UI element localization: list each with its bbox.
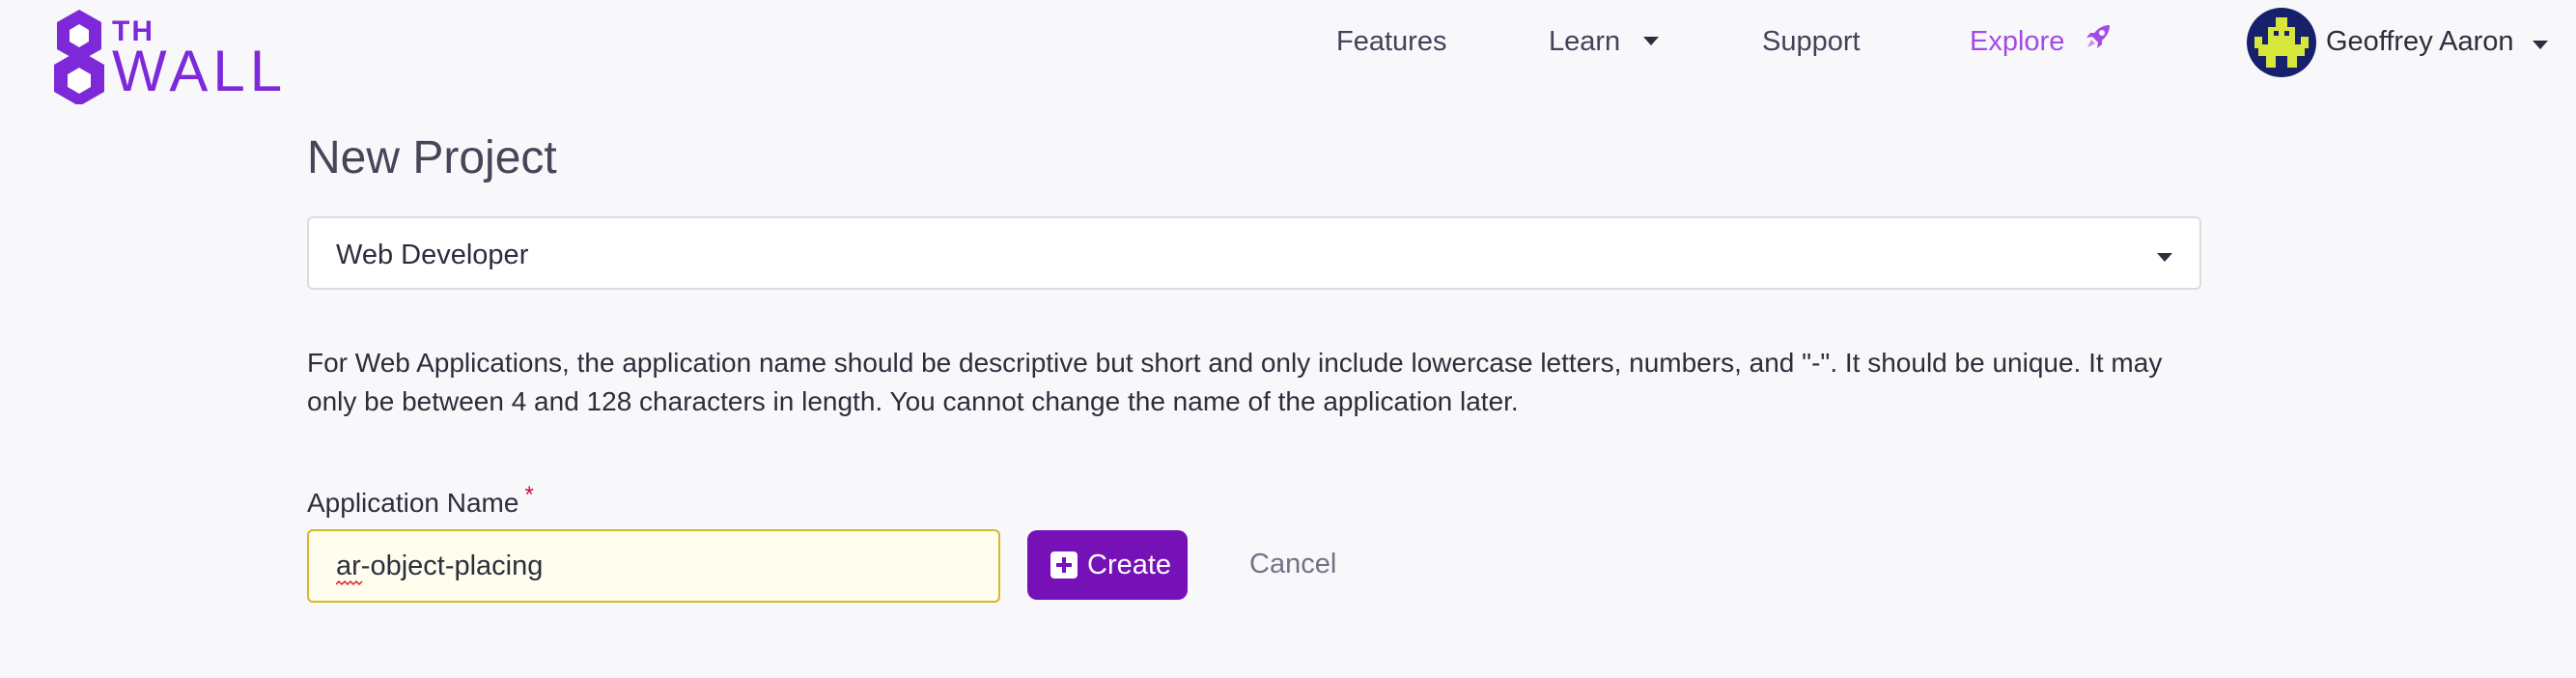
create-button-label: Create <box>1087 550 1172 580</box>
nav-learn-dropdown[interactable]: Learn <box>1549 25 1660 58</box>
8th-wall-logo[interactable]: TH WALL <box>50 8 282 104</box>
rocket-icon <box>2086 25 2111 49</box>
naming-rules-text: For Web Applications, the application na… <box>307 348 2163 416</box>
nav-explore-link[interactable]: Explore <box>1970 25 2113 58</box>
nav-support-link[interactable]: Support <box>1762 25 1861 58</box>
avatar-icon <box>2254 17 2309 68</box>
required-marker: * <box>524 482 534 508</box>
project-type-select[interactable]: Web Developer <box>307 216 2201 290</box>
chevron-down-icon <box>2157 253 2172 263</box>
spellcheck-underline <box>336 580 363 586</box>
user-name[interactable]: Geoffrey Aaron <box>2326 25 2514 58</box>
plus-square-icon <box>1050 551 1078 579</box>
application-name-label: Application Name * <box>307 482 534 522</box>
logo-wall-text: WALL <box>112 39 288 103</box>
select-caret <box>2157 251 2172 268</box>
create-button[interactable]: Create <box>1027 530 1188 600</box>
application-name-label-text: Application Name <box>307 488 519 518</box>
cancel-link[interactable]: Cancel <box>1249 548 1336 580</box>
chevron-down-icon <box>2533 41 2548 50</box>
user-menu-toggle[interactable] <box>2533 39 2548 56</box>
nav-explore-label: Explore <box>1970 26 2065 57</box>
nav-learn-label: Learn <box>1549 26 1621 57</box>
user-avatar[interactable] <box>2247 8 2316 77</box>
logo-8-icon <box>54 10 104 104</box>
top-navigation: TH WALL Features Learn Support Explore G… <box>0 0 2576 114</box>
page-title: New Project <box>307 132 557 184</box>
application-name-input[interactable] <box>307 529 1000 603</box>
nav-features-link[interactable]: Features <box>1336 25 1446 58</box>
chevron-down-icon <box>1643 36 1660 45</box>
project-type-value: Web Developer <box>336 240 529 270</box>
